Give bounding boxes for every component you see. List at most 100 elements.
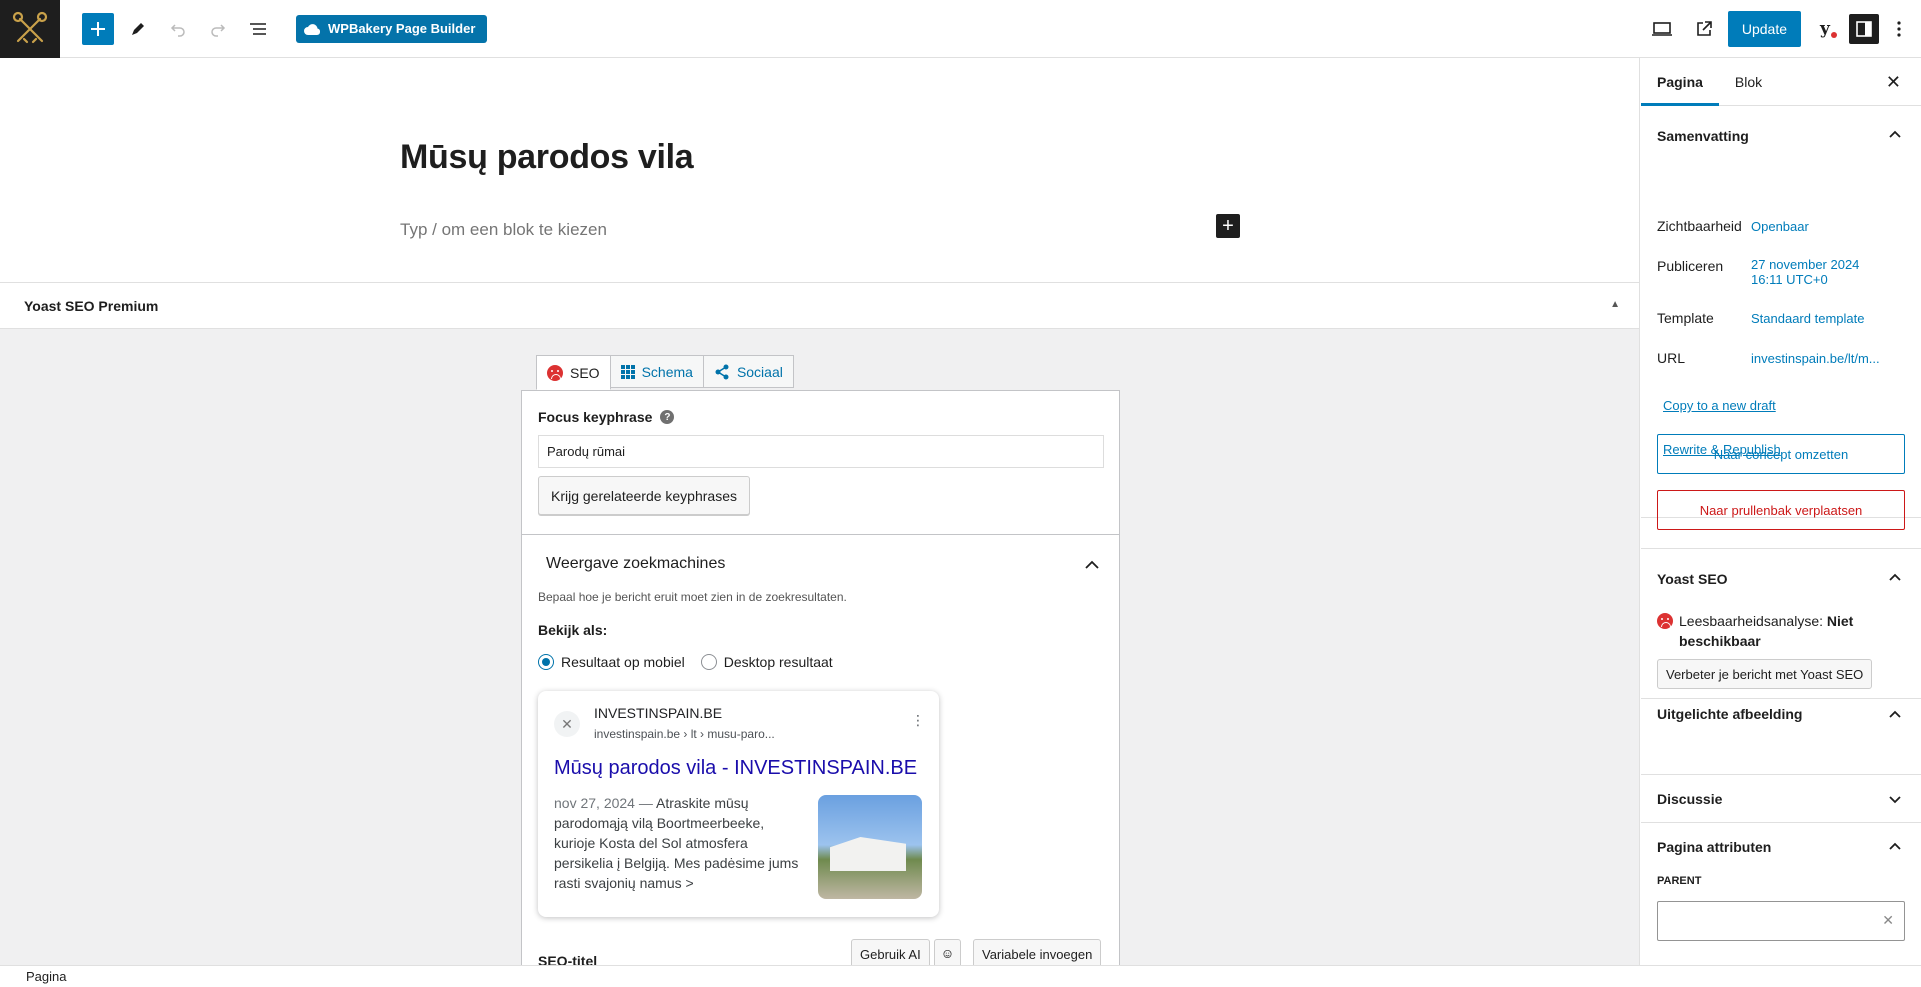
url-label: URL — [1657, 350, 1686, 366]
search-appearance-description: Bepaal hoe je bericht eruit moet zien in… — [538, 590, 847, 604]
radio-label: Resultaat op mobiel — [561, 654, 685, 670]
site-logo[interactable] — [0, 0, 60, 58]
view-as-label: Bekijk als: — [538, 622, 608, 638]
yoast-panel-title[interactable]: Yoast SEO — [1657, 571, 1728, 587]
serp-dash: — — [638, 795, 656, 811]
yoast-metabox: SEO Schema Sociaal Focus keyphrase ? Par… — [0, 329, 1639, 965]
radio-mobile[interactable]: Resultaat op mobiel — [538, 654, 685, 670]
serp-thumbnail — [818, 795, 922, 899]
tab-seo[interactable]: SEO — [536, 355, 611, 390]
serp-site-url: investinspain.be › lt › musu-paro... — [594, 727, 775, 741]
plus-icon: + — [1222, 214, 1234, 237]
yoast-icon: y — [1820, 19, 1830, 39]
tab-page[interactable]: Pagina — [1641, 58, 1719, 106]
desktop-preview-icon — [1651, 22, 1672, 36]
search-appearance-title[interactable]: Weergave zoekmachines — [546, 555, 725, 573]
wpbakery-button[interactable]: WPBakery Page Builder — [296, 14, 488, 43]
chevron-up-icon[interactable] — [1889, 126, 1901, 141]
preview-button[interactable] — [1644, 11, 1680, 47]
redo-icon — [211, 23, 226, 37]
view-page-button[interactable] — [1686, 11, 1722, 47]
plus-icon — [91, 21, 105, 36]
template-label: Template — [1657, 310, 1714, 326]
undo-button[interactable] — [160, 11, 196, 47]
smiley-icon — [943, 950, 952, 958]
tab-label: SEO — [570, 364, 600, 381]
chevron-up-icon[interactable] — [1085, 557, 1099, 573]
sidebar-tabs: Pagina Blok ✕ — [1641, 58, 1921, 106]
focus-keyphrase-input[interactable]: Parodų rūmai — [538, 435, 1104, 468]
settings-sidebar: Pagina Blok ✕ Samenvatting Zichtbaarheid… — [1641, 58, 1921, 965]
discussion-panel: Discussie — [1641, 775, 1921, 823]
visibility-value[interactable]: Openbaar — [1751, 219, 1809, 234]
switch-to-draft-button[interactable]: Naar concept omzetten — [1657, 434, 1905, 474]
chevron-up-icon[interactable] — [1889, 838, 1901, 853]
featured-image-title[interactable]: Uitgelichte afbeelding — [1657, 706, 1802, 722]
related-keyphrases-button[interactable]: Krijg gerelateerde keyphrases — [538, 476, 750, 515]
radio-desktop[interactable]: Desktop resultaat — [700, 654, 833, 670]
pencil-icon — [132, 22, 144, 35]
url-value[interactable]: investinspain.be/lt/m... — [1751, 351, 1880, 366]
caret-up-icon[interactable]: ▲ — [1610, 299, 1620, 310]
divider — [522, 534, 1119, 535]
chevron-up-icon[interactable] — [1889, 706, 1901, 721]
redo-button[interactable] — [200, 11, 236, 47]
publish-value[interactable]: 27 november 2024 16:11 UTC+0 — [1751, 257, 1881, 287]
help-icon[interactable]: ? — [660, 410, 675, 424]
move-to-trash-button[interactable]: Naar prullenbak verplaatsen — [1657, 490, 1905, 530]
more-vertical-icon — [1897, 21, 1901, 37]
yoast-metabox-title: Yoast SEO Premium — [24, 297, 159, 314]
tab-label: Schema — [641, 363, 693, 380]
close-icon[interactable]: ✕ — [1886, 72, 1901, 93]
tab-schema[interactable]: Schema — [609, 355, 704, 388]
block-inserter-button[interactable] — [82, 12, 114, 45]
document-overview-button[interactable] — [240, 11, 276, 47]
tab-label: Sociaal — [736, 363, 783, 380]
options-button[interactable] — [1885, 11, 1913, 47]
block-breadcrumb: Pagina — [0, 965, 1921, 987]
post-title[interactable]: Mūsų parodos vila — [400, 138, 694, 177]
crossed-keys-icon — [12, 11, 48, 43]
discussion-title[interactable]: Discussie — [1657, 791, 1722, 807]
update-button[interactable]: Update — [1727, 11, 1801, 47]
emoji-button[interactable] — [934, 939, 961, 965]
focus-keyphrase-text: Focus keyphrase — [538, 409, 653, 425]
tab-block[interactable]: Blok — [1719, 58, 1778, 106]
tab-social[interactable]: Sociaal — [702, 355, 794, 388]
more-vertical-icon: ⋮ — [911, 712, 925, 728]
copy-draft-link[interactable]: Copy to a new draft — [1663, 398, 1776, 413]
settings-toggle-button[interactable] — [1849, 14, 1879, 44]
serp-title-link: Mūsų parodos vila - INVESTINSPAIN.BE — [554, 757, 918, 779]
readability-status: Leesbaarheidsanalyse: Niet beschikbaar — [1679, 611, 1899, 651]
serp-preview-card: ✕ INVESTINSPAIN.BE investinspain.be › lt… — [538, 691, 939, 917]
breadcrumb-item[interactable]: Pagina — [26, 969, 66, 984]
list-view-icon — [250, 22, 266, 35]
parent-select[interactable]: ✕ — [1657, 901, 1905, 941]
yoast-button[interactable]: y — [1807, 11, 1843, 47]
radio-label: Desktop resultaat — [723, 654, 833, 670]
chevron-down-icon[interactable] — [1889, 792, 1901, 807]
yoast-status-dot — [1831, 32, 1837, 38]
house-image — [830, 837, 906, 871]
yoast-metabox-header[interactable]: Yoast SEO Premium ▲ — [0, 282, 1639, 329]
block-placeholder[interactable]: Typ / om een blok te kiezen — [400, 220, 607, 240]
insert-variable-button[interactable]: Variabele invoegen — [973, 939, 1102, 965]
external-link-icon — [1697, 21, 1712, 36]
seo-panel: Focus keyphrase ? Parodų rūmai Krijg ger… — [521, 390, 1120, 965]
template-value[interactable]: Standaard template — [1751, 311, 1864, 326]
visibility-label: Zichtbaarheid — [1657, 218, 1742, 234]
sidebar-icon — [1856, 21, 1872, 37]
page-attributes-title[interactable]: Pagina attributen — [1657, 839, 1771, 855]
grid-icon — [620, 364, 635, 379]
summary-title[interactable]: Samenvatting — [1657, 128, 1749, 144]
inline-block-inserter[interactable]: + — [1216, 214, 1240, 238]
chevron-up-icon[interactable] — [1889, 569, 1901, 584]
sad-face-icon — [1657, 613, 1673, 629]
wpbakery-label: WPBakery Page Builder — [328, 21, 476, 36]
focus-keyphrase-label: Focus keyphrase ? — [538, 409, 675, 425]
tools-button[interactable] — [120, 11, 156, 47]
improve-with-yoast-button[interactable]: Verbeter je bericht met Yoast SEO — [1657, 659, 1873, 689]
clear-icon[interactable]: ✕ — [1882, 912, 1894, 929]
use-ai-button[interactable]: Gebruik AI — [851, 939, 930, 965]
share-icon — [715, 364, 729, 379]
